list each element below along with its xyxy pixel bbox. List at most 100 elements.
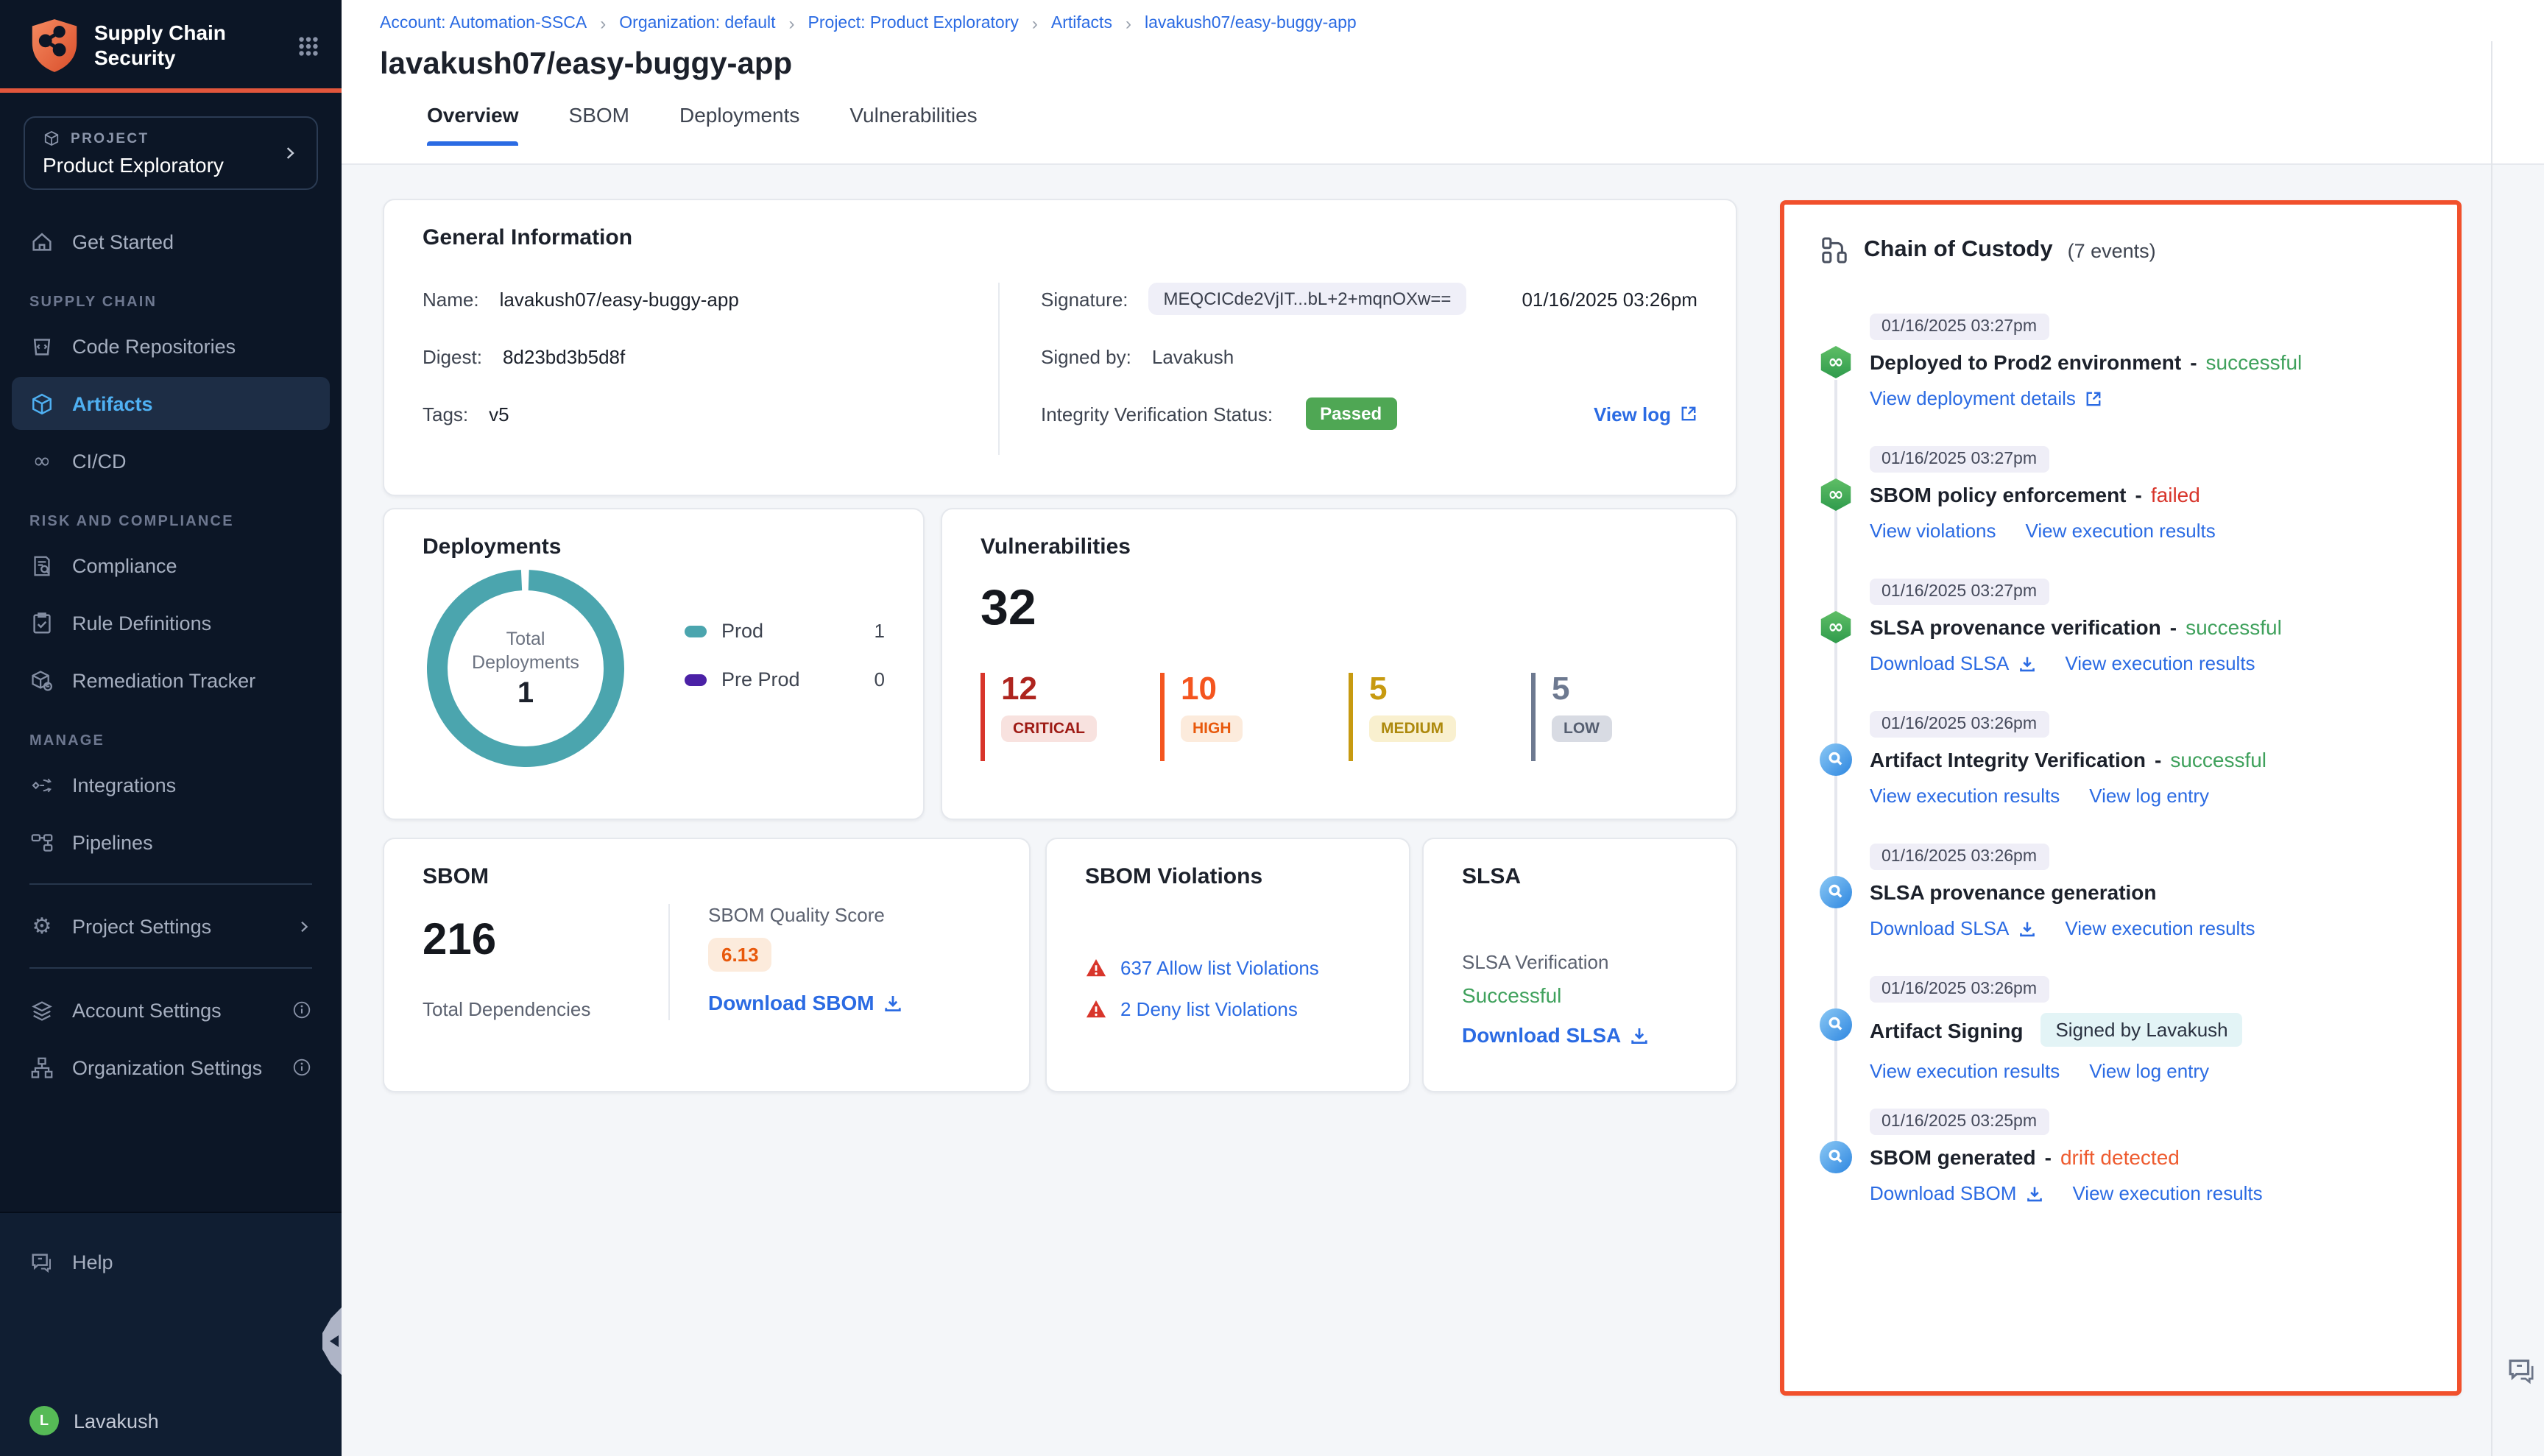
support-chat-icon[interactable] [2506, 1354, 2538, 1387]
deny-list-violations-link[interactable]: 2 Deny list Violations [1120, 998, 1298, 1020]
event-title: Artifact Signing [1870, 1018, 2023, 1042]
event-title: SLSA provenance generation [1870, 880, 2157, 904]
view-violations-link[interactable]: View violations [1870, 520, 1996, 542]
view-execution-results-link[interactable]: View execution results [2065, 652, 2255, 674]
module-grid-icon[interactable] [296, 33, 321, 58]
download-icon [883, 993, 902, 1012]
sidebar-section-risk-compliance: RISK AND COMPLIANCE [29, 514, 312, 530]
sbom-total-count: 216 [423, 916, 668, 966]
sidebar-item-account-settings[interactable]: Account Settings [12, 983, 330, 1036]
integrations-icon [29, 772, 54, 797]
legend-item-prod: Prod 1 [685, 620, 885, 642]
cube-icon [29, 391, 54, 416]
donut-center-label: Total Deployments [459, 626, 592, 674]
severity-count: 5 [1369, 673, 1531, 705]
sidebar-item-rule-definitions[interactable]: Rule Definitions [12, 596, 330, 649]
legend-label: Pre Prod [721, 668, 800, 690]
event-artifact-integrity-verification: 01/16/2025 03:26pm Artifact Integrity Ve… [1820, 710, 2422, 807]
breadcrumb-project[interactable]: Project: Product Exploratory [808, 15, 1019, 32]
home-icon [29, 229, 54, 254]
sbom-quality-label: SBOM Quality Score [708, 904, 902, 926]
brand-divider [0, 88, 342, 93]
breadcrumb-current[interactable]: lavakush07/easy-buggy-app [1145, 15, 1357, 32]
sbom-violations-card: SBOM Violations 637 Allow list Violation… [1045, 838, 1410, 1092]
warning-icon [1085, 998, 1107, 1020]
tab-sbom[interactable]: SBOM [569, 103, 629, 146]
view-deployment-details-link[interactable]: View deployment details [1870, 387, 2102, 409]
breadcrumb-organization[interactable]: Organization: default [619, 15, 775, 32]
view-execution-results-link[interactable]: View execution results [2065, 917, 2255, 939]
breadcrumb-artifacts[interactable]: Artifacts [1051, 15, 1112, 32]
help-chat-icon [29, 1249, 54, 1274]
signature-chip: MEQCICde2VjIT...bL+2+mqnOXw== [1149, 283, 1466, 315]
view-log-link[interactable]: View log [1594, 403, 1697, 425]
ssca-scan-icon [1820, 1141, 1852, 1173]
sidebar-item-integrations[interactable]: Integrations [12, 758, 330, 811]
events-count: (7 events) [2068, 239, 2156, 261]
severity-high: 10 HIGH [1160, 673, 1349, 761]
link-label: Download SLSA [1870, 917, 2009, 939]
event-title: Deployed to Prod2 environment [1870, 350, 2181, 374]
sidebar-item-get-started[interactable]: Get Started [12, 215, 330, 268]
slsa-verification-label: SLSA Verification [1462, 951, 1697, 973]
sidebar-item-code-repositories[interactable]: Code Repositories [12, 319, 330, 372]
donut-center-value: 1 [517, 676, 534, 710]
vulnerabilities-card: Vulnerabilities 32 12 CRITICAL 10 HIGH 5… [941, 508, 1737, 820]
cd-pipeline-icon: ∞ [1820, 346, 1852, 378]
sidebar-item-label: Code Repositories [72, 335, 236, 357]
deployments-card: Deployments Total Deployments 1 [383, 508, 925, 820]
tab-vulnerabilities[interactable]: Vulnerabilities [849, 103, 977, 146]
sidebar-item-label: Get Started [72, 230, 174, 252]
view-execution-results-link[interactable]: View execution results [1870, 1060, 2060, 1082]
user-menu[interactable]: L Lavakush [12, 1406, 330, 1435]
severity-count: 5 [1552, 673, 1678, 705]
download-slsa-link[interactable]: Download SLSA [1870, 917, 2035, 939]
sidebar-item-help[interactable]: Help [12, 1235, 330, 1288]
event-status: successful [2186, 615, 2282, 639]
download-icon [2018, 654, 2035, 672]
layers-icon [29, 997, 54, 1022]
card-title: SBOM Violations [1085, 864, 1371, 889]
pipelines-icon [29, 830, 54, 855]
sidebar-item-remediation-tracker[interactable]: Remediation Tracker [12, 654, 330, 707]
event-separator: - [2155, 748, 2161, 771]
severity-medium: 5 MEDIUM [1349, 673, 1531, 761]
sidebar-item-pipelines[interactable]: Pipelines [12, 816, 330, 869]
download-sbom-link[interactable]: Download SBOM [708, 991, 902, 1014]
panel-title: Chain of Custody [1864, 237, 2053, 264]
view-execution-results-link[interactable]: View execution results [2026, 520, 2216, 542]
view-log-entry-link[interactable]: View log entry [2089, 785, 2209, 807]
event-timestamp: 01/16/2025 03:27pm [1870, 579, 2049, 605]
event-deployed-prod2: ∞ 01/16/2025 03:27pm Deployed to Prod2 e… [1820, 312, 2422, 409]
download-sbom-link[interactable]: Download SBOM [1870, 1182, 2043, 1204]
tab-overview[interactable]: Overview [427, 103, 519, 146]
sidebar-item-cicd[interactable]: ∞ CI/CD [12, 434, 330, 487]
project-selector[interactable]: PROJECT Product Exploratory [24, 116, 318, 190]
breadcrumb-account[interactable]: Account: Automation-SSCA [380, 15, 587, 32]
download-slsa-link[interactable]: Download SLSA [1462, 1023, 1649, 1047]
view-log-entry-link[interactable]: View log entry [2089, 1060, 2209, 1082]
sidebar-item-artifacts[interactable]: Artifacts [12, 377, 330, 430]
sidebar-item-project-settings[interactable]: ⚙ Project Settings [12, 900, 330, 953]
tags-label: Tags: [423, 403, 468, 425]
legend-item-preprod: Pre Prod 0 [685, 668, 885, 690]
tab-deployments[interactable]: Deployments [679, 103, 799, 146]
download-slsa-link[interactable]: Download SLSA [1870, 652, 2035, 674]
view-execution-results-link[interactable]: View execution results [1870, 785, 2060, 807]
download-sbom-label: Download SBOM [708, 991, 875, 1014]
chevron-right-icon [281, 144, 299, 162]
user-name: Lavakush [74, 1410, 159, 1432]
allow-list-violations-link[interactable]: 637 Allow list Violations [1120, 957, 1319, 979]
event-slsa-provenance-verification: ∞ 01/16/2025 03:27pm SLSA provenance ver… [1820, 577, 2422, 674]
severity-count: 12 [1001, 673, 1160, 705]
view-execution-results-link[interactable]: View execution results [2072, 1182, 2262, 1204]
event-status: failed [2151, 483, 2200, 506]
clipboard-check-icon [29, 610, 54, 635]
chain-of-custody-icon [1820, 236, 1849, 265]
sidebar-nav: Get Started SUPPLY CHAIN Code Repositori… [0, 190, 342, 1098]
sidebar-item-compliance[interactable]: Compliance [12, 539, 330, 592]
project-selector-label: PROJECT [71, 130, 149, 146]
allow-list-violations-row: 637 Allow list Violations [1085, 957, 1371, 979]
breadcrumb-separator: › [1032, 13, 1038, 34]
sidebar-item-organization-settings[interactable]: Organization Settings [12, 1041, 330, 1094]
